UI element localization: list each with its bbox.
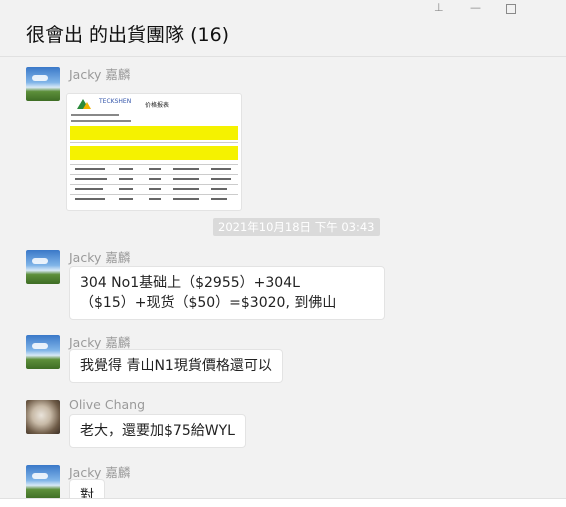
logo-text: TECKSHEN: [99, 98, 132, 105]
message-list[interactable]: Jacky 嘉麟 TECKSHEN 价格报表 2021年10月18日 下午 03…: [0, 57, 566, 499]
table-cell: [119, 188, 133, 190]
date-separator: 2021年10月18日 下午 03:43: [213, 218, 380, 236]
chat-title: 很會出 的出貨團隊 (16): [26, 24, 230, 46]
table-divider: [70, 164, 238, 165]
table-cell: [211, 198, 227, 200]
table-header-highlight: [70, 126, 238, 140]
document-line: [71, 114, 119, 116]
message-bubble[interactable]: 老大，還要加$75給WYL: [69, 414, 246, 448]
avatar[interactable]: [26, 67, 60, 101]
table-header-highlight: [70, 146, 238, 160]
image-attachment[interactable]: TECKSHEN 价格报表: [66, 93, 242, 211]
table-cell: [149, 198, 161, 200]
table-cell: [149, 188, 161, 190]
table-cell: [211, 168, 231, 170]
avatar[interactable]: [26, 400, 60, 434]
table-divider: [70, 194, 238, 195]
sender-name: Jacky 嘉麟: [69, 250, 131, 265]
table-divider: [70, 142, 238, 143]
table-cell: [119, 168, 133, 170]
table-cell: [173, 188, 199, 190]
table-cell: [119, 178, 133, 180]
avatar[interactable]: [26, 250, 60, 284]
message-bubble[interactable]: 我覺得 青山N1現貨價格還可以: [69, 349, 283, 383]
table-cell: [173, 198, 199, 200]
table-cell: [173, 168, 199, 170]
table-cell: [75, 188, 103, 190]
sender-name: Jacky 嘉麟: [69, 67, 131, 82]
table-divider: [70, 174, 238, 175]
minimize-icon[interactable]: —: [470, 2, 481, 14]
table-cell: [149, 168, 161, 170]
table-cell: [149, 178, 161, 180]
company-logo-icon: [77, 99, 91, 109]
sender-name: Olive Chang: [69, 397, 146, 412]
avatar[interactable]: [26, 335, 60, 369]
pin-icon[interactable]: ⊥: [434, 2, 444, 14]
table-cell: [75, 198, 105, 200]
window-controls: ⊥ —: [434, 2, 554, 16]
maximize-icon[interactable]: [506, 4, 516, 14]
table-cell: [211, 178, 231, 180]
document-line: [71, 120, 131, 122]
table-cell: [173, 178, 199, 180]
table-cell: [119, 198, 133, 200]
avatar[interactable]: [26, 465, 60, 499]
message-bubble[interactable]: 對: [69, 479, 105, 499]
document-title: 价格报表: [145, 102, 170, 109]
table-cell: [211, 188, 227, 190]
table-cell: [75, 168, 105, 170]
table-cell: [75, 178, 107, 180]
table-divider: [70, 184, 238, 185]
message-bubble[interactable]: 304 No1基础上（$2955）+304L（$15）+现货（$50）=$302…: [69, 266, 385, 320]
